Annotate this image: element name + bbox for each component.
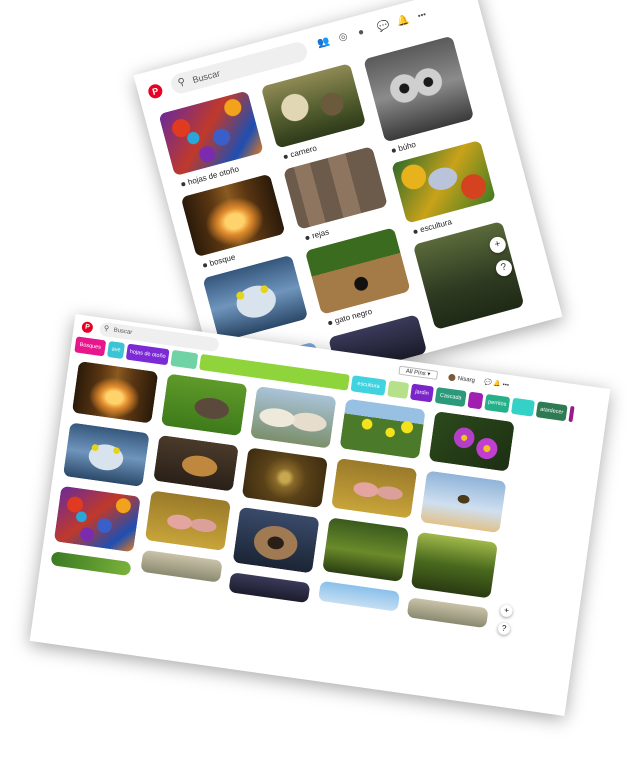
pin-image-leaves[interactable]: [158, 90, 264, 177]
chip[interactable]: [170, 349, 199, 370]
search-icon: ⚲: [103, 325, 110, 333]
chip[interactable]: [387, 380, 410, 399]
pin-image-park-bridge[interactable]: [410, 531, 498, 599]
pin-image-piglets[interactable]: [331, 457, 418, 519]
pin-image-daffodils[interactable]: [339, 398, 426, 460]
chat-icon[interactable]: 💬: [376, 20, 391, 34]
pin-image-sheep[interactable]: [250, 386, 337, 449]
add-button[interactable]: +: [499, 604, 514, 618]
people-icon[interactable]: 👥: [316, 36, 331, 50]
pin-image-pug[interactable]: [232, 506, 320, 574]
pin-caption: rejas: [304, 227, 330, 242]
pinterest-logo-icon[interactable]: P: [81, 321, 94, 334]
bell-icon[interactable]: 🔔: [395, 14, 410, 28]
chip[interactable]: hojas de otoño: [125, 343, 170, 366]
pin-image-dandelion[interactable]: [406, 597, 489, 629]
chip[interactable]: ave: [106, 340, 126, 360]
pin-image-dark[interactable]: [228, 572, 311, 604]
chip[interactable]: [467, 391, 484, 410]
pin-image-sky[interactable]: [318, 580, 401, 612]
pin-image-aster[interactable]: [428, 411, 515, 472]
pin-image-dandelion[interactable]: [140, 549, 223, 583]
pin-image-grey-owl[interactable]: [363, 35, 475, 143]
chip[interactable]: [568, 405, 575, 423]
more-icon[interactable]: •••: [417, 10, 427, 21]
pin-image-piglets[interactable]: [144, 490, 232, 551]
pin-image-forest[interactable]: [71, 360, 159, 424]
pin-image-forest[interactable]: [180, 173, 286, 258]
pin-image-statue[interactable]: [391, 139, 497, 224]
search-placeholder: Buscar: [191, 68, 222, 86]
search-placeholder: Buscar: [113, 327, 133, 337]
pinterest-logo-icon[interactable]: P: [146, 82, 164, 100]
help-button[interactable]: ?: [497, 621, 511, 636]
chip[interactable]: atardecer: [535, 401, 568, 422]
filter-select[interactable]: All Pins ▾: [398, 365, 438, 380]
pin-image-eagle[interactable]: [420, 470, 507, 534]
compass-icon[interactable]: ◎: [337, 31, 348, 44]
pin-caption: bosque: [202, 252, 236, 269]
pin-image-cat[interactable]: [304, 227, 411, 315]
pin-image-ram[interactable]: [260, 63, 367, 149]
pin-image-green[interactable]: [50, 551, 132, 577]
chip[interactable]: perritos: [484, 393, 511, 414]
pin-image-water-drop[interactable]: [241, 447, 328, 509]
chip[interactable]: escultura: [350, 375, 387, 396]
pin-image-door[interactable]: [283, 146, 388, 230]
pin-image-blue-owl[interactable]: [62, 422, 150, 487]
search-icon: ⚲: [176, 76, 187, 89]
avatar[interactable]: ●: [357, 26, 366, 38]
pin-image-dog[interactable]: [153, 434, 239, 492]
chip[interactable]: Bosques: [74, 336, 107, 357]
chip[interactable]: [510, 397, 535, 417]
pin-caption: carnero: [283, 144, 318, 162]
chip[interactable]: jardin: [409, 383, 434, 403]
bell-icon[interactable]: 🔔: [493, 381, 501, 388]
pin-image-hedgehog[interactable]: [160, 373, 248, 437]
avatar[interactable]: [448, 373, 457, 382]
pin-image-park[interactable]: [322, 517, 409, 582]
pin-caption: búho: [391, 140, 417, 155]
chip[interactable]: Cascada: [434, 387, 467, 408]
pin-image-aqueduct[interactable]: [412, 221, 525, 330]
more-icon[interactable]: •••: [502, 382, 509, 389]
chat-icon[interactable]: 💬: [484, 380, 492, 387]
pin-image-leaves[interactable]: [53, 485, 141, 553]
bottom-screenshot: P ⚲ Buscar All Pins ▾ Nisarg 💬 🔔 ••• Bos…: [29, 314, 611, 716]
user-name[interactable]: Nisarg: [457, 376, 475, 384]
pin-image-blue-owl[interactable]: [202, 254, 309, 343]
